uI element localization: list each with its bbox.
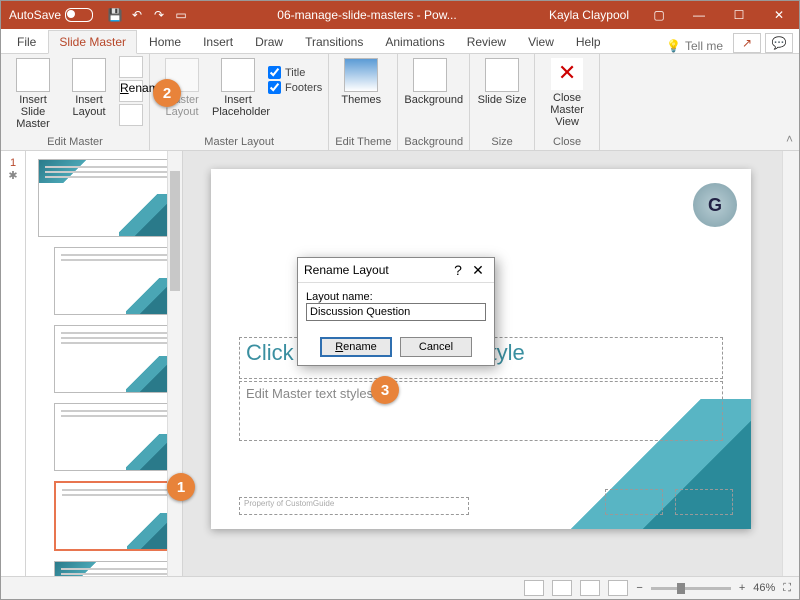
canvas-scrollbar[interactable] bbox=[782, 151, 799, 577]
callout-2: 2 bbox=[153, 79, 181, 107]
rename-button[interactable]: Rename bbox=[119, 80, 143, 102]
tab-slide-master[interactable]: Slide Master bbox=[48, 30, 137, 54]
tab-view[interactable]: View bbox=[518, 31, 564, 53]
minimize-icon[interactable]: — bbox=[679, 1, 719, 29]
slide-size-icon bbox=[485, 58, 519, 92]
zoom-in-icon[interactable]: + bbox=[739, 582, 745, 594]
group-label: Edit Master bbox=[7, 134, 143, 150]
window-title: 06-manage-slide-masters - Pow... bbox=[195, 8, 539, 22]
tab-draw[interactable]: Draw bbox=[245, 31, 293, 53]
toggle-off-icon bbox=[65, 8, 93, 22]
group-label: Close bbox=[541, 134, 593, 150]
slide-size-button[interactable]: Slide Size bbox=[476, 56, 528, 106]
rename-layout-dialog: Rename Layout ? ✕ Layout name: Rename Ca… bbox=[297, 257, 495, 366]
help-icon[interactable]: ? bbox=[448, 262, 468, 278]
zoom-out-icon[interactable]: − bbox=[636, 582, 642, 594]
layout-thumb[interactable] bbox=[54, 247, 174, 315]
tab-file[interactable]: File bbox=[7, 31, 46, 53]
thumb-scrollbar[interactable] bbox=[167, 151, 182, 577]
user-name[interactable]: Kayla Claypool bbox=[539, 8, 639, 22]
normal-view-icon[interactable] bbox=[524, 580, 544, 596]
body-placeholder[interactable]: Edit Master text styles bbox=[239, 381, 723, 441]
cancel-button[interactable]: Cancel bbox=[400, 337, 472, 357]
slideshow-view-icon[interactable] bbox=[608, 580, 628, 596]
delete-button[interactable] bbox=[119, 56, 143, 78]
reading-view-icon[interactable] bbox=[580, 580, 600, 596]
ribbon-tabs: File Slide Master Home Insert Draw Trans… bbox=[1, 29, 799, 54]
master-index: 1 bbox=[1, 157, 25, 169]
group-label: Size bbox=[476, 134, 528, 150]
status-bar: − + 46% ⛶ bbox=[1, 576, 799, 599]
insert-placeholder-button[interactable]: Insert Placeholder bbox=[212, 56, 264, 118]
tab-home[interactable]: Home bbox=[139, 31, 191, 53]
layout-thumb[interactable] bbox=[54, 561, 174, 577]
group-label: Edit Theme bbox=[335, 134, 391, 150]
tab-insert[interactable]: Insert bbox=[193, 31, 243, 53]
footer-placeholder[interactable]: Property of CustomGuide bbox=[239, 497, 469, 515]
ribbon-options-icon[interactable]: ▢ bbox=[639, 1, 679, 29]
redo-icon[interactable]: ↷ bbox=[151, 7, 167, 23]
layout-thumb[interactable] bbox=[54, 325, 174, 393]
insert-layout-button[interactable]: Insert Layout bbox=[63, 56, 115, 118]
tab-review[interactable]: Review bbox=[457, 31, 516, 53]
share-icon[interactable]: ↗ bbox=[733, 33, 761, 53]
save-icon[interactable]: 💾 bbox=[107, 7, 123, 23]
sorter-view-icon[interactable] bbox=[552, 580, 572, 596]
tell-me-search[interactable]: 💡 Tell me bbox=[666, 39, 731, 53]
layout-name-input[interactable] bbox=[306, 303, 486, 321]
placeholder-icon bbox=[221, 58, 255, 92]
maximize-icon[interactable]: ☐ bbox=[719, 1, 759, 29]
quick-access-toolbar: 💾 ↶ ↷ ▭ bbox=[101, 7, 195, 23]
number-placeholder[interactable] bbox=[675, 489, 733, 515]
start-slideshow-icon[interactable]: ▭ bbox=[173, 7, 189, 23]
layout-name-label: Layout name: bbox=[306, 291, 486, 303]
layout-thumb-selected[interactable] bbox=[54, 481, 176, 551]
preserve-button[interactable] bbox=[119, 104, 143, 126]
lightbulb-icon: 💡 bbox=[666, 39, 681, 53]
tab-help[interactable]: Help bbox=[566, 31, 611, 53]
ribbon: Insert Slide Master Insert Layout Rename… bbox=[1, 54, 799, 151]
tab-animations[interactable]: Animations bbox=[375, 31, 454, 53]
close-icon[interactable]: ✕ bbox=[759, 1, 799, 29]
callout-1: 1 bbox=[167, 473, 195, 501]
callout-3: 3 bbox=[371, 376, 399, 404]
layout-thumb[interactable] bbox=[54, 403, 174, 471]
titlebar: AutoSave 💾 ↶ ↷ ▭ 06-manage-slide-masters… bbox=[1, 1, 799, 29]
rename-button[interactable]: Rename bbox=[320, 337, 392, 357]
insert-slide-master-button[interactable]: Insert Slide Master bbox=[7, 56, 59, 130]
zoom-level[interactable]: 46% bbox=[753, 582, 775, 594]
fit-to-window-icon[interactable]: ⛶ bbox=[783, 582, 791, 595]
insert-layout-icon bbox=[72, 58, 106, 92]
footers-checkbox[interactable]: Footers bbox=[268, 81, 322, 94]
zoom-slider[interactable] bbox=[651, 587, 731, 590]
thumbnail-pane[interactable] bbox=[26, 151, 183, 577]
collapse-ribbon-icon[interactable]: ˄ bbox=[786, 132, 793, 146]
background-icon bbox=[413, 58, 447, 92]
tab-transitions[interactable]: Transitions bbox=[295, 31, 373, 53]
title-checkbox[interactable]: Title bbox=[268, 66, 322, 79]
outline-col: 1 ✱ bbox=[1, 151, 26, 577]
close-master-view-button[interactable]: ✕Close Master View bbox=[541, 56, 593, 128]
group-label: Background bbox=[404, 134, 463, 150]
undo-icon[interactable]: ↶ bbox=[129, 7, 145, 23]
themes-icon bbox=[344, 58, 378, 92]
slide-master-icon bbox=[16, 58, 50, 92]
comments-icon[interactable]: 💬 bbox=[765, 33, 793, 53]
master-thumb[interactable] bbox=[38, 159, 174, 237]
themes-button[interactable]: Themes bbox=[335, 56, 387, 106]
tell-me-label: Tell me bbox=[685, 39, 723, 53]
close-dialog-icon[interactable]: ✕ bbox=[468, 262, 488, 279]
group-label: Master Layout bbox=[156, 134, 322, 150]
date-placeholder[interactable] bbox=[605, 489, 663, 515]
dialog-title: Rename Layout bbox=[304, 263, 389, 277]
autosave-toggle[interactable]: AutoSave bbox=[1, 8, 101, 22]
autosave-label: AutoSave bbox=[9, 8, 61, 22]
slide-logo-icon: G bbox=[693, 183, 737, 227]
background-button[interactable]: Background bbox=[404, 56, 456, 106]
